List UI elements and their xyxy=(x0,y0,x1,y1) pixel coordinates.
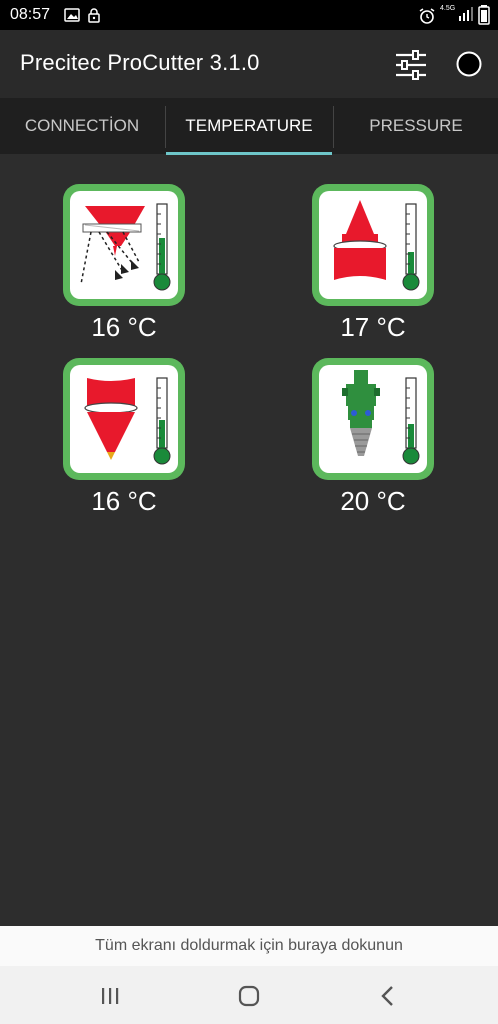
temperature-value: 16 °C xyxy=(91,486,157,516)
back-icon[interactable] xyxy=(374,982,402,1010)
protective-glass-beam-icon xyxy=(80,203,171,291)
active-tab-indicator xyxy=(166,152,332,155)
temperature-value: 16 °C xyxy=(91,312,157,342)
focus-lens-cone-icon xyxy=(84,377,171,465)
temperature-value: 20 °C xyxy=(340,486,406,516)
settings-sliders-icon[interactable] xyxy=(394,48,428,82)
app-bar: Precitec ProCutter 3.1.0 xyxy=(0,30,498,98)
sensor-tile-protective-glass[interactable] xyxy=(63,184,185,306)
network-type: 4.5G xyxy=(440,5,456,12)
sensor-tile-focus-lens[interactable] xyxy=(63,358,185,480)
connection-status-circle-icon[interactable] xyxy=(456,51,482,77)
tab-connection[interactable]: CONNECTİON xyxy=(0,98,164,154)
tab-pressure[interactable]: PRESSURE xyxy=(334,98,498,154)
tab-divider xyxy=(333,106,334,148)
home-icon[interactable] xyxy=(235,982,263,1010)
tab-divider xyxy=(165,106,166,148)
sensor-tile-nozzle[interactable] xyxy=(312,184,434,306)
temperature-value: 17 °C xyxy=(340,312,406,342)
app-title: Precitec ProCutter 3.1.0 xyxy=(20,50,260,75)
status-bar: 08:57 4.5G xyxy=(0,0,498,30)
tab-temperature[interactable]: TEMPERATURE xyxy=(166,98,332,154)
cutting-head-icon xyxy=(342,370,420,465)
nozzle-cone-icon xyxy=(333,200,420,291)
fullscreen-toast[interactable]: Tüm ekranı doldurmak için buraya dokunun xyxy=(0,926,498,966)
alarm-icon xyxy=(419,8,435,24)
recent-apps-icon[interactable] xyxy=(96,982,124,1010)
sensor-tile-cutting-head[interactable] xyxy=(312,358,434,480)
status-time: 08:57 xyxy=(10,6,51,23)
battery-icon xyxy=(478,5,490,25)
navigation-bar xyxy=(0,966,498,1024)
signal-icon xyxy=(459,7,473,21)
image-icon xyxy=(64,8,80,22)
tab-bar: CONNECTİON TEMPERATURE PRESSURE xyxy=(0,98,498,154)
lock-icon xyxy=(88,8,100,23)
